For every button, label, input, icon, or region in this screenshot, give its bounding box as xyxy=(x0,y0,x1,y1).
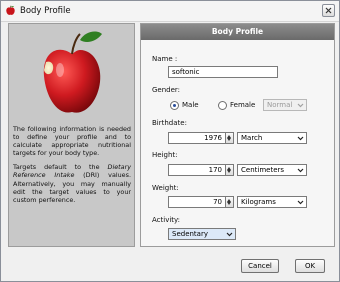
height-spinner[interactable] xyxy=(226,164,234,176)
ok-button[interactable]: OK xyxy=(295,259,325,273)
cancel-button[interactable]: Cancel xyxy=(241,259,279,273)
info-paragraph-2-prefix: Targets default to the xyxy=(13,163,108,172)
body-profile-dialog: Body Profile The following information i… xyxy=(0,0,340,282)
gender-male-label: Male xyxy=(182,101,199,109)
height-unit-select[interactable]: Centimeters xyxy=(237,164,307,176)
birth-month-value: March xyxy=(241,134,263,142)
activity-value: Sedentary xyxy=(172,230,208,238)
weight-unit-value: Kilograms xyxy=(241,198,276,206)
weight-spinner[interactable] xyxy=(226,196,234,208)
birth-year-spinner[interactable] xyxy=(226,132,234,144)
form-header: Body Profile xyxy=(141,24,334,40)
gender-label: Gender: xyxy=(152,86,181,94)
birth-year-input[interactable]: 1976 xyxy=(168,132,226,144)
title-bar: Body Profile xyxy=(1,1,339,22)
arrow-down-icon xyxy=(227,202,231,205)
gender-male-radio[interactable] xyxy=(170,101,179,110)
info-paragraph-1: The following information is needed to d… xyxy=(13,125,131,158)
info-paragraph-2: Targets default to the Dietary Reference… xyxy=(13,163,131,203)
apple-icon xyxy=(6,5,15,15)
chevron-down-icon xyxy=(226,232,233,237)
birthdate-label: Birthdate: xyxy=(152,119,187,127)
weight-unit-select[interactable]: Kilograms xyxy=(237,196,307,208)
height-unit-value: Centimeters xyxy=(241,166,285,174)
female-state-value: Normal xyxy=(267,101,293,109)
activity-label: Activity: xyxy=(152,216,181,224)
info-text: The following information is needed to d… xyxy=(13,125,131,210)
profile-form: Body Profile Name : softonic Gender: Mal… xyxy=(140,23,335,247)
info-panel: The following information is needed to d… xyxy=(8,23,135,247)
window-title: Body Profile xyxy=(20,6,71,16)
chevron-down-icon xyxy=(297,168,304,173)
birth-month-select[interactable]: March xyxy=(237,132,307,144)
height-label: Height: xyxy=(152,151,178,159)
gender-female-radio[interactable] xyxy=(218,101,227,110)
gender-female-label: Female xyxy=(230,101,256,109)
arrow-down-icon xyxy=(227,170,231,173)
female-state-select: Normal xyxy=(263,99,307,111)
arrow-down-icon xyxy=(227,138,231,141)
activity-select[interactable]: Sedentary xyxy=(168,228,236,240)
name-label: Name : xyxy=(152,55,178,63)
chevron-down-icon xyxy=(297,103,304,108)
height-input[interactable]: 170 xyxy=(168,164,226,176)
name-input[interactable]: softonic xyxy=(168,66,278,78)
chevron-down-icon xyxy=(297,136,304,141)
weight-input[interactable]: 70 xyxy=(168,196,226,208)
chevron-down-icon xyxy=(297,200,304,205)
apple-image xyxy=(43,31,102,113)
weight-label: Weight: xyxy=(152,184,179,192)
close-button[interactable] xyxy=(322,4,335,17)
close-icon xyxy=(325,7,332,14)
